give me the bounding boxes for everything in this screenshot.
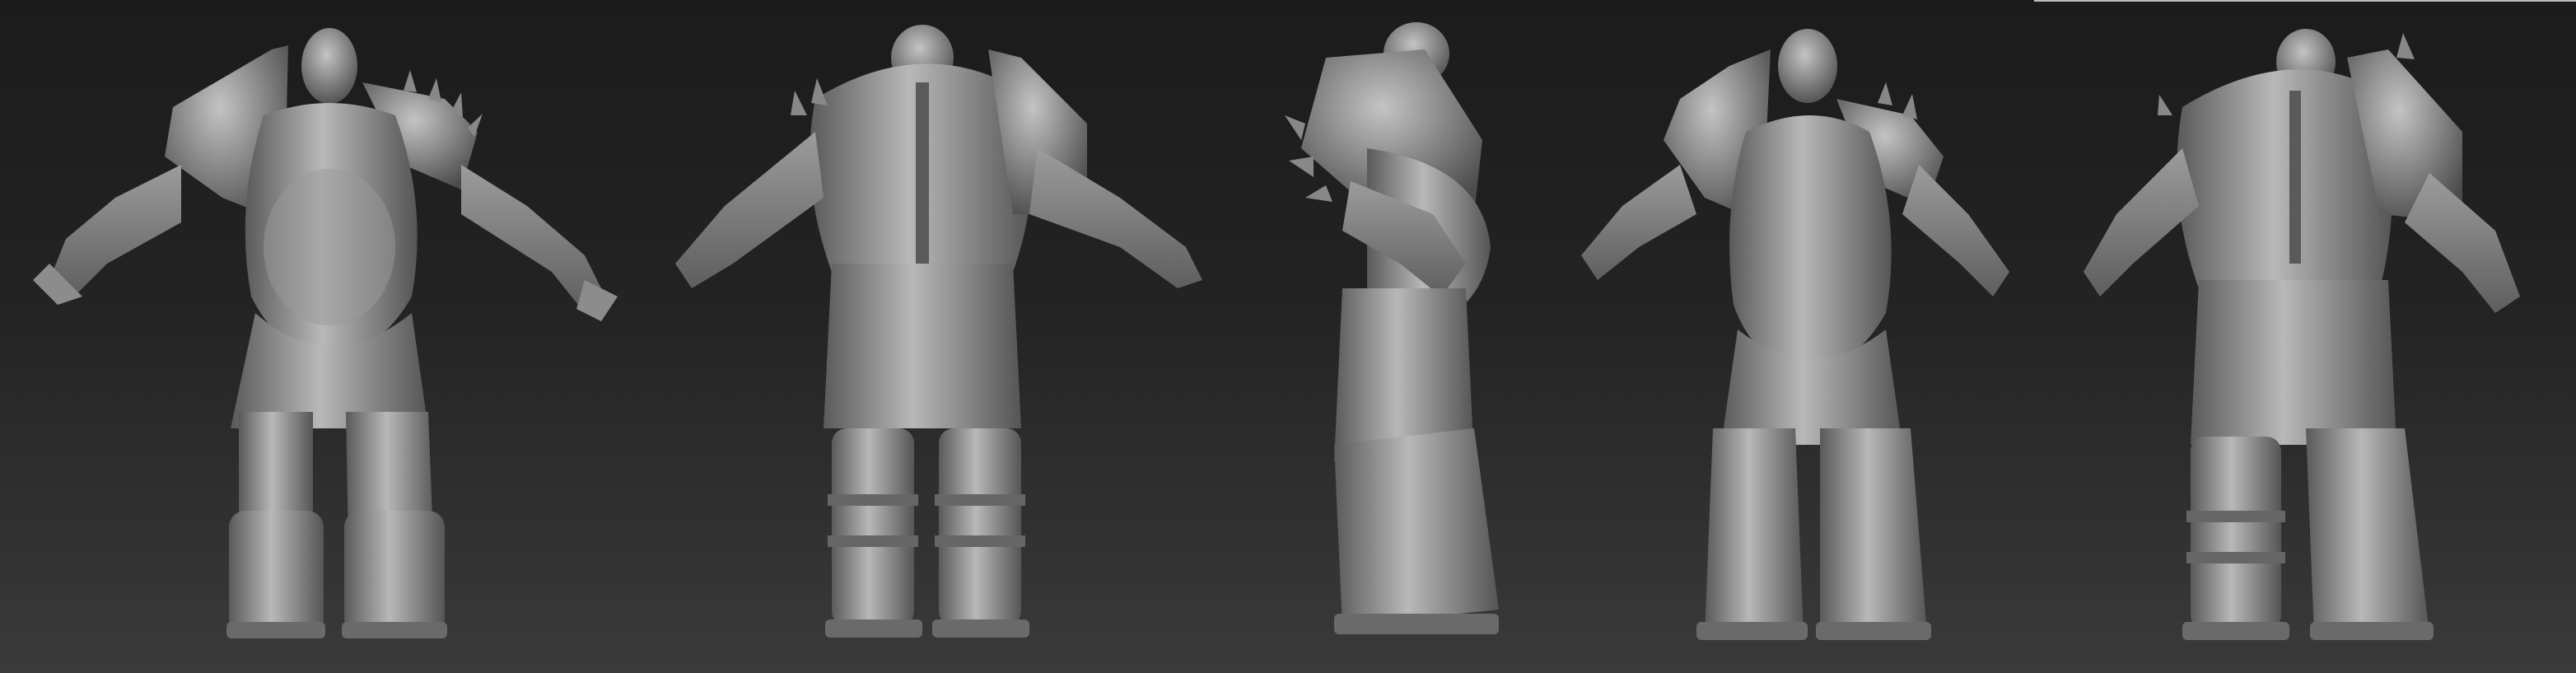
figure-front-view <box>16 0 626 673</box>
viewport <box>0 0 2576 673</box>
figure-three-quarter-front-view <box>1548 0 2042 673</box>
figure-three-quarter-back-view <box>2034 0 2528 673</box>
figure-back-view <box>626 0 1235 673</box>
figure-side-view <box>1268 0 1540 673</box>
